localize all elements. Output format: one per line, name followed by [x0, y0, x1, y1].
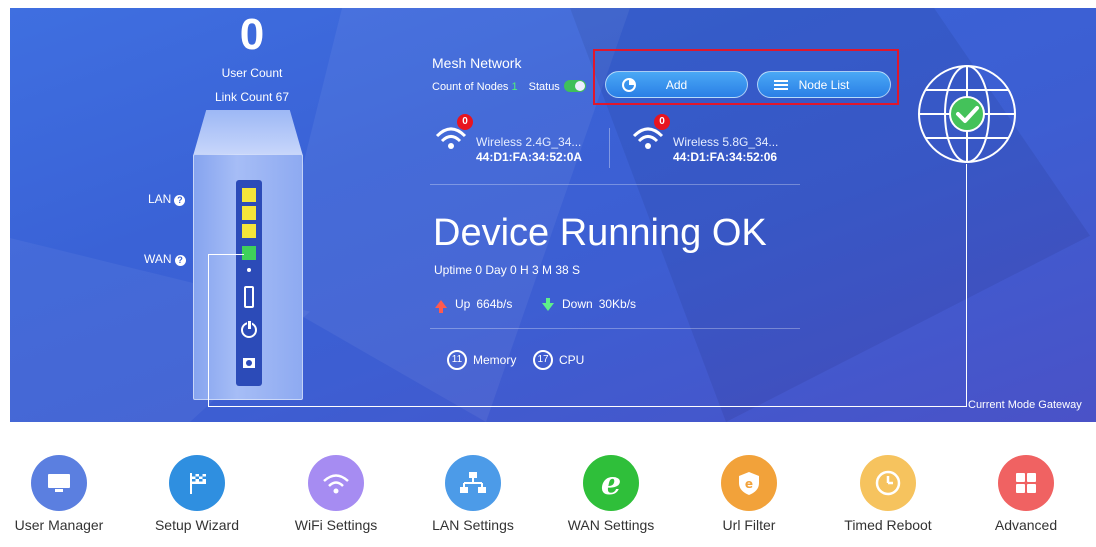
- menu-label: Setup Wizard: [154, 517, 240, 533]
- help-icon[interactable]: ?: [174, 195, 186, 206]
- wan-label-text: WAN: [144, 252, 172, 266]
- menu-url-filter[interactable]: e Url Filter: [689, 455, 809, 533]
- down-label: Down: [562, 297, 593, 311]
- svg-text:e: e: [745, 477, 753, 491]
- lan-port-1: [242, 188, 256, 202]
- cpu-label: CPU: [559, 353, 585, 367]
- memory-ring: 11: [447, 350, 467, 370]
- user-count-label: User Count: [221, 66, 283, 80]
- count-of-nodes-value: 1: [511, 81, 518, 93]
- menu-label: Advanced: [994, 517, 1058, 533]
- menu-lan-settings[interactable]: LAN Settings: [413, 455, 533, 533]
- help-icon[interactable]: ?: [174, 255, 186, 266]
- mesh-status-label: Status: [528, 81, 560, 93]
- download-speed: Down 30Kb/s: [542, 297, 636, 311]
- node-mac: 44:D1:FA:34:52:06: [673, 150, 778, 164]
- network-icon: [445, 455, 501, 511]
- device-status-title: Device Running OK: [433, 212, 767, 254]
- lan-port-3: [242, 224, 256, 238]
- monitor-icon: [31, 455, 87, 511]
- power-icon: [241, 321, 257, 338]
- lan-label-text: LAN: [148, 192, 172, 206]
- node-name: Wireless 5.8G_34...: [673, 135, 779, 149]
- up-label: Up: [455, 297, 471, 311]
- arrow-down-icon: [542, 298, 554, 311]
- arrow-up-icon: [435, 300, 447, 313]
- mesh-node-summary: Count of Nodes 1 Status: [432, 80, 586, 93]
- user-count-value: 0: [239, 10, 265, 59]
- status-led: [247, 268, 251, 272]
- count-of-nodes-label: Count of Nodes: [432, 81, 509, 93]
- shield-icon: e: [721, 455, 777, 511]
- memory-label: Memory: [473, 353, 517, 367]
- current-mode-label: Current Mode Gateway: [968, 399, 1082, 411]
- dc-port-icon: [243, 358, 255, 368]
- menu-label: User Manager: [14, 517, 104, 533]
- section-divider: [430, 328, 800, 329]
- lan-port-2: [242, 206, 256, 220]
- menu-wan-settings[interactable]: e WAN Settings: [551, 455, 671, 533]
- router-port-panel: [236, 180, 262, 386]
- wan-port: [242, 246, 256, 260]
- cpu-usage: 17 CPU: [533, 350, 584, 370]
- flag-icon: [169, 455, 225, 511]
- menu-user-manager[interactable]: User Manager: [0, 455, 119, 533]
- link-count-label: Link Count 67: [214, 90, 290, 104]
- node-mac: 44:D1:FA:34:52:0A: [476, 150, 583, 164]
- cpu-ring: 17: [533, 350, 553, 370]
- globe-icon: [918, 65, 1016, 163]
- usb-port-icon: [244, 286, 254, 308]
- router-top: [193, 110, 303, 156]
- lan-label[interactable]: LAN?: [148, 192, 186, 206]
- mesh-network-title: Mesh Network: [432, 55, 522, 71]
- status-banner: 0 User Count Link Count 67 LAN? WAN? Mes…: [10, 8, 1096, 422]
- down-value: 30Kb/s: [598, 297, 637, 311]
- node-divider: [609, 128, 610, 168]
- node-alert-badge: 0: [654, 114, 670, 130]
- clock-icon: [860, 455, 916, 511]
- node-name: Wireless 2.4G_34...: [476, 135, 582, 149]
- wan-connector-line: [208, 254, 244, 255]
- wan-label[interactable]: WAN?: [144, 252, 186, 266]
- ie-icon: e: [583, 455, 639, 511]
- memory-usage: 11 Memory: [447, 350, 516, 370]
- menu-timed-reboot[interactable]: Timed Reboot: [828, 455, 948, 533]
- menu-wifi-settings[interactable]: WiFi Settings: [276, 455, 396, 533]
- menu-setup-wizard[interactable]: Setup Wizard: [137, 455, 257, 533]
- mesh-status-toggle[interactable]: [563, 80, 586, 92]
- uptime-text: Uptime 0 Day 0 H 3 M 38 S: [434, 263, 581, 277]
- node-alert-badge: 0: [457, 114, 473, 130]
- menu-label: Url Filter: [722, 517, 776, 533]
- wan-connector-line: [208, 254, 209, 406]
- upload-speed: Up 664b/s: [435, 297, 513, 313]
- wan-connector-line: [208, 406, 967, 407]
- section-divider: [430, 184, 800, 185]
- menu-label: WAN Settings: [567, 517, 655, 533]
- wan-connector-line: [966, 164, 967, 407]
- grid-icon: [998, 455, 1054, 511]
- up-value: 664b/s: [476, 297, 513, 311]
- highlight-box: [593, 49, 899, 105]
- menu-advanced[interactable]: Advanced: [966, 455, 1086, 533]
- menu-label: WiFi Settings: [294, 517, 378, 533]
- menu-label: LAN Settings: [432, 517, 514, 533]
- menu-label: Timed Reboot: [844, 517, 932, 533]
- wifi-icon: [308, 455, 364, 511]
